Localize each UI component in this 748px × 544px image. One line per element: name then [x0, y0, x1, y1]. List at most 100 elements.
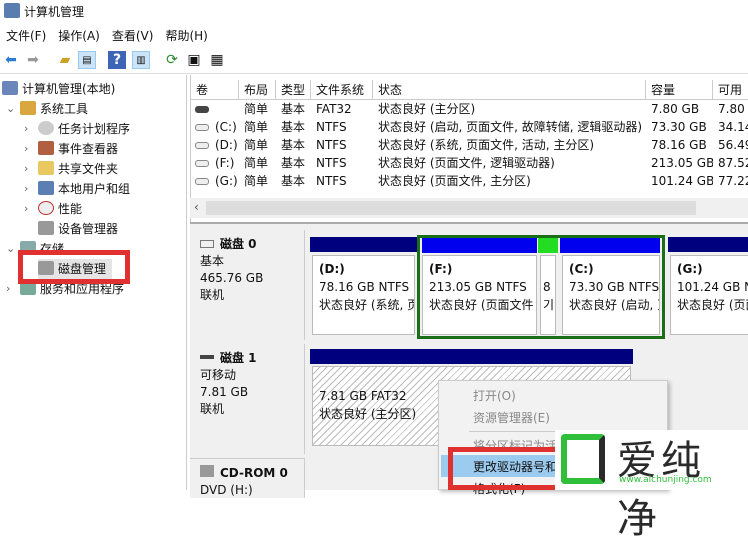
tree-device-manager[interactable]: 设备管理器 — [38, 219, 118, 239]
partition-c[interactable]: (C:) 73.30 GB NTFS 状态良好 (启动, 页 — [562, 255, 660, 335]
app-icon — [4, 3, 20, 18]
back-icon[interactable]: ⬅ — [2, 51, 20, 69]
table-cell: 基本 — [281, 138, 306, 152]
export-icon[interactable]: ▦ — [208, 51, 226, 69]
table-cell: 简单 — [244, 174, 269, 188]
col-free[interactable]: 可用 — [713, 80, 748, 100]
col-type[interactable]: 类型 — [276, 80, 311, 100]
table-cell: 101.24 GB — [651, 174, 713, 188]
refresh-icon[interactable]: ⟳ — [163, 51, 181, 69]
partition-f[interactable]: (F:) 213.05 GB NTFS 状态良好 (页面文件 — [422, 255, 537, 335]
performance-icon — [38, 201, 54, 215]
menu-file[interactable]: 文件(F) — [6, 27, 46, 44]
partition-bar-primary — [310, 349, 633, 364]
usb-disk-icon — [200, 355, 214, 359]
table-cell: 基本 — [281, 156, 306, 170]
tree-event-viewer[interactable]: 事件查看器 — [38, 139, 118, 159]
col-layout[interactable]: 布局 — [239, 80, 276, 100]
partition-bar-logical — [422, 238, 537, 253]
menu-open[interactable]: 打开(O) — [473, 387, 516, 404]
title-bar: 计算机管理 — [0, 0, 748, 22]
table-cell: (C:) — [215, 120, 237, 134]
expand-chevron[interactable]: › — [6, 282, 10, 295]
expand-chevron[interactable]: › — [24, 182, 28, 195]
partition-bar-primary — [668, 237, 748, 252]
table-cell: 7.80 — [718, 102, 745, 116]
table-cell: 73.30 GB — [651, 120, 707, 134]
event-viewer-icon — [38, 141, 54, 155]
table-cell: 34.14 — [718, 120, 748, 134]
table-cell: 78.16 GB — [651, 138, 707, 152]
forward-icon[interactable]: ➡ — [24, 51, 42, 69]
table-cell: (D:) — [215, 138, 238, 152]
tree-task-scheduler[interactable]: 任务计划程序 — [38, 119, 130, 139]
drive-icon — [195, 178, 209, 185]
table-cell: 简单 — [244, 138, 269, 152]
expand-chevron[interactable]: ⌄ — [6, 102, 15, 115]
expand-chevron[interactable]: › — [24, 142, 28, 155]
cdrom-label[interactable]: CD-ROM 0 DVD (H:) — [190, 458, 305, 498]
tree-local-users[interactable]: 本地用户和组 — [38, 179, 130, 199]
menu-help[interactable]: 帮助(H) — [165, 27, 207, 44]
col-capacity[interactable]: 容量 — [646, 80, 713, 100]
table-cell: NTFS — [316, 120, 347, 134]
expand-chevron[interactable]: › — [24, 202, 28, 215]
watermark-text: 爱纯净 — [617, 438, 705, 542]
tree-performance[interactable]: 性能 — [38, 199, 82, 219]
watermark: 爱纯净 www.aichunjing.com — [555, 430, 748, 542]
table-cell: FAT32 — [316, 102, 352, 116]
expand-chevron[interactable]: › — [24, 122, 28, 135]
drive-icon — [195, 160, 209, 167]
help-icon[interactable]: ? — [108, 51, 126, 69]
partition-d[interactable]: (D:) 78.16 GB NTFS 状态良好 (系统, 页 — [312, 255, 415, 335]
horizontal-scrollbar[interactable]: ‹ — [190, 198, 748, 218]
up-folder-icon[interactable]: ▰ — [56, 51, 74, 69]
partition-bar-primary — [310, 237, 417, 252]
partition-free[interactable]: 8기 — [540, 255, 556, 335]
expand-chevron[interactable]: › — [24, 162, 28, 175]
col-status[interactable]: 状态 — [373, 80, 646, 100]
window-title: 计算机管理 — [24, 5, 85, 19]
tree-system-tools[interactable]: 系统工具 — [20, 99, 88, 119]
table-cell: 基本 — [281, 120, 306, 134]
menu-action[interactable]: 操作(A) — [58, 27, 100, 44]
table-cell: 77.22 — [718, 174, 748, 188]
table-cell: 87.52 — [718, 156, 748, 170]
disk-icon — [200, 240, 214, 248]
table-cell: 简单 — [244, 156, 269, 170]
table-cell: 7.80 GB — [651, 102, 700, 116]
expand-chevron[interactable]: ⌄ — [6, 242, 15, 255]
table-cell: 基本 — [281, 102, 306, 116]
menu-bar: 文件(F) 操作(A) 查看(V) 帮助(H) — [0, 22, 748, 46]
computer-icon — [2, 81, 18, 95]
partition-g[interactable]: (G:)101.24 GB N状态良好 (页面 — [670, 255, 748, 335]
table-cell: 56.49 — [718, 138, 748, 152]
table-cell: 状态良好 (页面文件, 主分区) — [378, 174, 531, 188]
disk1-label[interactable]: 磁盘 1 可移动 7.81 GB 联机 — [190, 344, 305, 454]
col-filesystem[interactable]: 文件系统 — [311, 80, 373, 100]
tools-icon — [20, 101, 36, 115]
scroll-left-icon[interactable]: ‹ — [194, 200, 199, 214]
shared-folder-icon — [38, 161, 54, 175]
table-cell: NTFS — [316, 174, 347, 188]
partition-bar-free — [538, 238, 558, 253]
menu-explorer[interactable]: 资源管理器(E) — [473, 409, 550, 426]
disk0-label[interactable]: 磁盘 0 基本 465.76 GB 联机 — [190, 230, 305, 340]
drive-icon — [195, 142, 209, 149]
show-action-icon[interactable]: ▥ — [132, 51, 150, 69]
table-cell: 状态良好 (启动, 页面文件, 故障转储, 逻辑驱动器) — [378, 120, 643, 134]
table-cell: (G:) — [215, 174, 238, 188]
properties-icon[interactable]: ▣ — [185, 51, 203, 69]
tree-shared-folders[interactable]: 共享文件夹 — [38, 159, 118, 179]
tree-root[interactable]: 计算机管理(本地) — [2, 79, 115, 99]
watermark-logo — [561, 434, 605, 484]
table-cell: 状态良好 (系统, 页面文件, 活动, 主分区) — [378, 138, 595, 152]
scrollbar-thumb[interactable] — [206, 201, 696, 215]
table-cell: 简单 — [244, 102, 269, 116]
menu-view[interactable]: 查看(V) — [112, 27, 154, 44]
cdrom-icon — [200, 465, 214, 477]
device-manager-icon — [38, 221, 54, 235]
col-volume[interactable]: 卷 — [191, 80, 239, 100]
watermark-url: www.aichunjing.com — [619, 475, 712, 485]
show-tree-icon[interactable]: ▤ — [78, 51, 96, 69]
